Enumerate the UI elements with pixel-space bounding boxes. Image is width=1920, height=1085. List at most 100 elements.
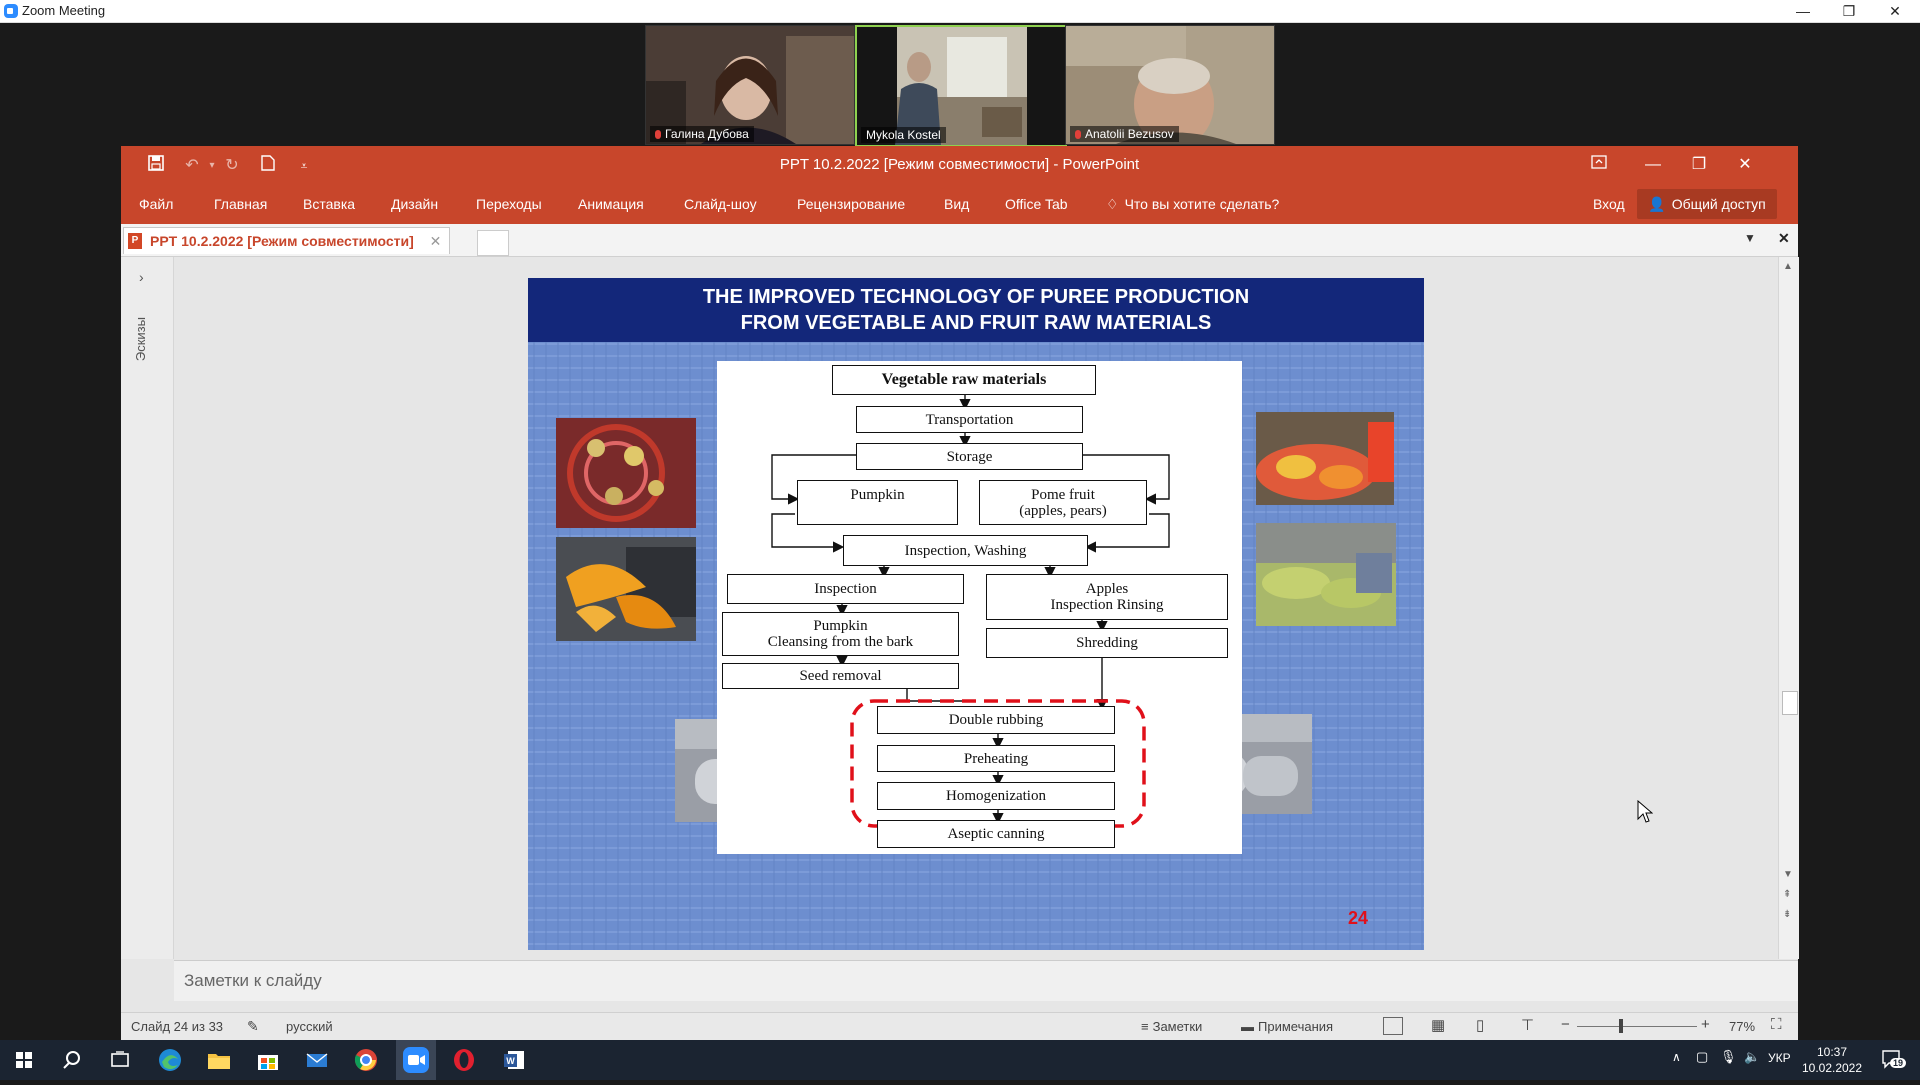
expand-thumbnails-icon[interactable]: ›: [139, 269, 144, 285]
next-slide-icon[interactable]: ⇟: [1783, 909, 1791, 920]
zoom-app-icon: [403, 1047, 429, 1073]
reading-view-icon[interactable]: ▯: [1476, 1016, 1484, 1034]
scroll-down-icon[interactable]: ▼: [1783, 869, 1793, 880]
ppt-titlebar: ↶ ▾ ↻ ⩡ PPT 10.2.2022 [Режим совместимос…: [121, 146, 1798, 184]
task-view-icon[interactable]: [106, 1046, 134, 1074]
notes-button[interactable]: ≡ Заметки: [1141, 1019, 1202, 1034]
slide[interactable]: THE IMPROVED TECHNOLOGY OF PUREE PRODUCT…: [528, 278, 1424, 950]
ppt-restore-icon[interactable]: ❐: [1676, 150, 1722, 180]
thumbnail-pane: › Эскизы: [121, 257, 174, 959]
close-icon[interactable]: ✕: [1872, 0, 1918, 22]
video-tile-participant-3[interactable]: Anatolii Bezusov: [1065, 25, 1275, 145]
sign-in-link[interactable]: Вход: [1593, 196, 1625, 212]
word-icon[interactable]: W: [500, 1046, 528, 1074]
input-language[interactable]: УКР: [1768, 1051, 1791, 1065]
meet-now-icon[interactable]: ▢: [1696, 1049, 1708, 1065]
zoom-logo-icon: [4, 4, 18, 18]
mail-icon[interactable]: [303, 1046, 331, 1074]
powerpoint-file-icon: P: [128, 233, 142, 249]
participant-name: Mykola Kostel: [861, 127, 946, 143]
notification-count: 19: [1890, 1058, 1907, 1068]
tab-design[interactable]: Дизайн: [391, 196, 438, 212]
step-raw-materials: Vegetable raw materials: [832, 365, 1096, 395]
new-tab-button[interactable]: [477, 230, 509, 256]
vertical-scrollbar[interactable]: ▲ ▼ ⇞ ⇟: [1778, 257, 1799, 959]
tab-office-tab[interactable]: Office Tab: [1005, 196, 1068, 212]
restore-icon[interactable]: ❐: [1826, 0, 1872, 22]
muted-mic-icon: [1075, 130, 1081, 139]
tab-transitions[interactable]: Переходы: [476, 196, 542, 212]
normal-view-icon[interactable]: [1383, 1017, 1403, 1035]
tab-insert[interactable]: Вставка: [303, 196, 355, 212]
zoom-taskbar-item-active[interactable]: [396, 1040, 436, 1080]
previous-slide-icon[interactable]: ⇞: [1783, 889, 1791, 900]
step-preheating: Preheating: [877, 745, 1115, 772]
scroll-thumb[interactable]: [1782, 691, 1798, 715]
file-explorer-icon[interactable]: [205, 1046, 233, 1074]
scroll-up-icon[interactable]: ▲: [1783, 261, 1793, 272]
zoom-slider[interactable]: [1577, 1026, 1697, 1027]
windows-taskbar: W ∧ ▢ 🎙 🔈 УКР 10:37 10.02.2022 19: [0, 1040, 1920, 1080]
tab-review[interactable]: Рецензирование: [797, 196, 905, 212]
slideshow-icon[interactable]: ⊤: [1521, 1016, 1534, 1034]
ribbon-tabs: Файл Главная Вставка Дизайн Переходы Ани…: [121, 184, 1798, 224]
mouse-cursor-icon: [1637, 800, 1653, 823]
video-tile-participant-2[interactable]: Mykola Kostel: [855, 25, 1067, 147]
pumpkin-slices-photo: [556, 537, 696, 641]
ribbon-display-options-icon[interactable]: [1576, 150, 1622, 180]
fit-to-window-icon[interactable]: ⛶: [1771, 1016, 1782, 1033]
ppt-window-title: PPT 10.2.2022 [Режим совместимости] - Po…: [779, 156, 1140, 173]
notes-pane[interactable]: Заметки к слайду: [174, 960, 1798, 1001]
muted-mic-icon: [655, 130, 661, 139]
minimize-icon[interactable]: —: [1780, 0, 1826, 22]
step-storage: Storage: [856, 443, 1083, 470]
tab-animations[interactable]: Анимация: [578, 196, 644, 212]
slide-title: THE IMPROVED TECHNOLOGY OF PUREE PRODUCT…: [702, 286, 1250, 334]
step-shredding: Shredding: [986, 628, 1228, 658]
tab-home[interactable]: Главная: [214, 196, 267, 212]
ppt-close-icon[interactable]: ✕: [1722, 150, 1768, 180]
slide-sorter-icon[interactable]: ▦: [1431, 1016, 1445, 1034]
zoom-out-icon[interactable]: −: [1561, 1016, 1570, 1033]
comments-button[interactable]: ▬ Примечания: [1241, 1019, 1333, 1034]
notification-center-icon[interactable]: 19: [1880, 1048, 1907, 1070]
microsoft-store-icon[interactable]: [254, 1046, 282, 1074]
edge-browser-icon[interactable]: [156, 1046, 184, 1074]
lightbulb-icon: ♢: [1106, 196, 1119, 212]
status-bar: Слайд 24 из 33 ✎ русский ≡ Заметки ▬ Приме…: [121, 1012, 1798, 1041]
zoom-in-icon[interactable]: +: [1701, 1016, 1710, 1033]
opera-browser-icon[interactable]: [450, 1046, 478, 1074]
step-double-rubbing: Double rubbing: [877, 706, 1115, 734]
step-homogenization: Homogenization: [877, 782, 1115, 810]
share-button[interactable]: 👤 Общий доступ: [1637, 189, 1777, 219]
zoom-slider-thumb[interactable]: [1619, 1019, 1623, 1033]
close-all-tabs-icon[interactable]: ✕: [1778, 230, 1790, 247]
process-flowchart: Vegetable raw materials Transportation S…: [717, 361, 1242, 854]
search-icon[interactable]: [58, 1046, 86, 1074]
participant-name: Anatolii Bezusov: [1070, 126, 1179, 142]
apples-conveyor-photo: [1256, 412, 1394, 505]
video-tile-participant-1[interactable]: Галина Дубова: [645, 25, 855, 145]
show-hidden-icons-icon[interactable]: ∧: [1672, 1050, 1681, 1064]
ppt-minimize-icon[interactable]: —: [1630, 150, 1676, 180]
step-inspection: Inspection: [727, 574, 964, 604]
thumbnails-label: Эскизы: [133, 317, 148, 362]
tab-view[interactable]: Вид: [944, 196, 969, 212]
spellcheck-icon[interactable]: ✎: [247, 1018, 259, 1035]
step-transportation: Transportation: [856, 406, 1083, 433]
tab-close-icon[interactable]: ✕: [430, 233, 442, 249]
tab-file[interactable]: Файл: [139, 196, 173, 212]
document-tab[interactable]: P PPT 10.2.2022 [Режим совместимости] ✕: [123, 227, 451, 254]
clock[interactable]: 10:37 10.02.2022: [1796, 1044, 1868, 1076]
language-indicator[interactable]: русский: [286, 1019, 333, 1034]
notes-icon: ≡: [1141, 1019, 1149, 1034]
chrome-icon[interactable]: [352, 1046, 380, 1074]
tab-list-dropdown-icon[interactable]: ▼: [1744, 231, 1756, 245]
tab-slideshow[interactable]: Слайд-шоу: [684, 196, 757, 212]
microphone-icon[interactable]: 🎙: [1720, 1049, 1737, 1065]
tell-me-box[interactable]: ♢ Что вы хотите сделать?: [1106, 196, 1279, 213]
volume-icon[interactable]: 🔈: [1744, 1049, 1760, 1065]
svg-text:W: W: [506, 1056, 515, 1066]
windows-start-icon[interactable]: [10, 1046, 38, 1074]
zoom-level[interactable]: 77%: [1729, 1019, 1755, 1034]
